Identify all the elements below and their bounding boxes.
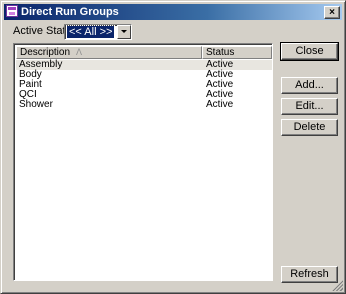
title-bar[interactable]: Direct Run Groups ×: [4, 4, 342, 20]
list-item[interactable]: Body Active: [16, 70, 272, 80]
window-app-icon: [6, 5, 18, 17]
list-item[interactable]: Assembly Active: [16, 60, 272, 70]
close-button[interactable]: Close: [280, 42, 339, 61]
edit-button[interactable]: Edit...: [281, 98, 338, 115]
row-status: Active: [206, 99, 234, 110]
close-icon: ×: [329, 7, 335, 18]
list-item[interactable]: Paint Active: [16, 80, 272, 90]
add-button[interactable]: Add...: [281, 77, 338, 94]
column-header-status[interactable]: Status: [202, 46, 272, 59]
list-rows: Assembly Active Body Active Paint Active…: [16, 60, 272, 110]
sort-ascending-icon: Λ: [76, 47, 83, 57]
chevron-down-icon[interactable]: [117, 25, 131, 39]
active-status-dropdown[interactable]: << All >>: [64, 24, 132, 40]
list-header: Description Λ Status: [16, 46, 272, 59]
window-title: Direct Run Groups: [21, 6, 119, 18]
active-status-selected-value: << All >>: [65, 25, 116, 39]
column-header-status-label: Status: [206, 47, 235, 58]
list-item[interactable]: QCI Active: [16, 90, 272, 100]
list-item[interactable]: Shower Active: [16, 100, 272, 110]
run-groups-list[interactable]: Description Λ Status Assembly Active Body…: [13, 43, 273, 281]
column-header-description[interactable]: Description Λ: [16, 46, 202, 59]
refresh-button[interactable]: Refresh: [281, 266, 338, 283]
column-header-description-label: Description: [20, 47, 71, 58]
row-description: Shower: [19, 99, 53, 110]
direct-run-groups-window: Direct Run Groups × Active Status << All…: [0, 0, 346, 294]
size-grip-icon[interactable]: [331, 279, 343, 291]
close-window-button[interactable]: ×: [324, 6, 340, 19]
delete-button[interactable]: Delete: [281, 119, 338, 136]
